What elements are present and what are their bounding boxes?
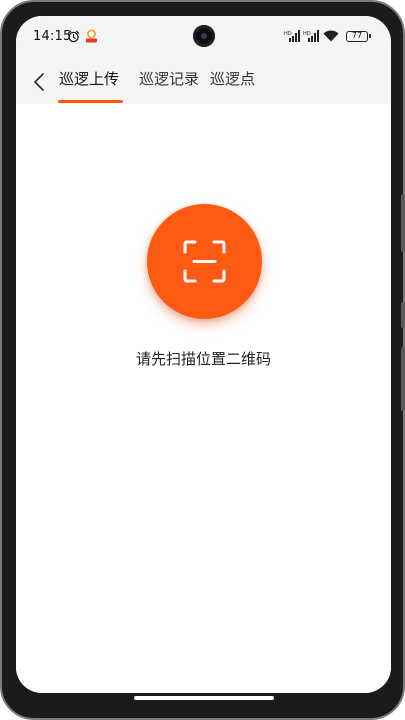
status-bar: 14:15 HD HD 77 bbox=[16, 16, 391, 60]
front-camera bbox=[193, 25, 215, 47]
tab-patrol-points[interactable]: 巡逻点 bbox=[210, 68, 255, 89]
volume-button bbox=[401, 194, 405, 252]
tab-patrol-upload[interactable]: 巡逻上传 bbox=[59, 68, 119, 89]
wifi-icon bbox=[323, 30, 339, 42]
screen: 14:15 HD HD 77 巡逻上传 巡逻记录 巡逻点 请先扫描位置二维码 bbox=[16, 16, 391, 693]
scan-qr-button[interactable] bbox=[147, 204, 262, 319]
phone-frame: 14:15 HD HD 77 巡逻上传 巡逻记录 巡逻点 请先扫描位置二维码 bbox=[0, 0, 405, 720]
hd-signal-icon: HD bbox=[303, 30, 319, 42]
side-button bbox=[401, 347, 405, 411]
active-tab-indicator bbox=[58, 100, 123, 103]
power-button bbox=[401, 302, 405, 328]
top-nav-bar: 巡逻上传 巡逻记录 巡逻点 bbox=[16, 60, 391, 104]
main-content: 请先扫描位置二维码 bbox=[16, 104, 391, 693]
tab-patrol-records[interactable]: 巡逻记录 bbox=[139, 68, 199, 89]
app-notification-icon bbox=[86, 29, 97, 43]
hd-signal-icon: HD bbox=[284, 30, 300, 42]
status-time: 14:15 bbox=[33, 29, 72, 44]
alarm-icon bbox=[67, 30, 80, 43]
chevron-left-icon bbox=[34, 73, 44, 91]
back-button[interactable] bbox=[24, 66, 56, 98]
scan-qr-icon bbox=[183, 240, 226, 283]
svg-text:HD: HD bbox=[303, 31, 311, 37]
scan-hint-text: 请先扫描位置二维码 bbox=[135, 350, 271, 368]
svg-text:HD: HD bbox=[284, 31, 292, 37]
home-indicator[interactable] bbox=[134, 696, 274, 700]
battery-icon: 77 bbox=[346, 31, 371, 42]
